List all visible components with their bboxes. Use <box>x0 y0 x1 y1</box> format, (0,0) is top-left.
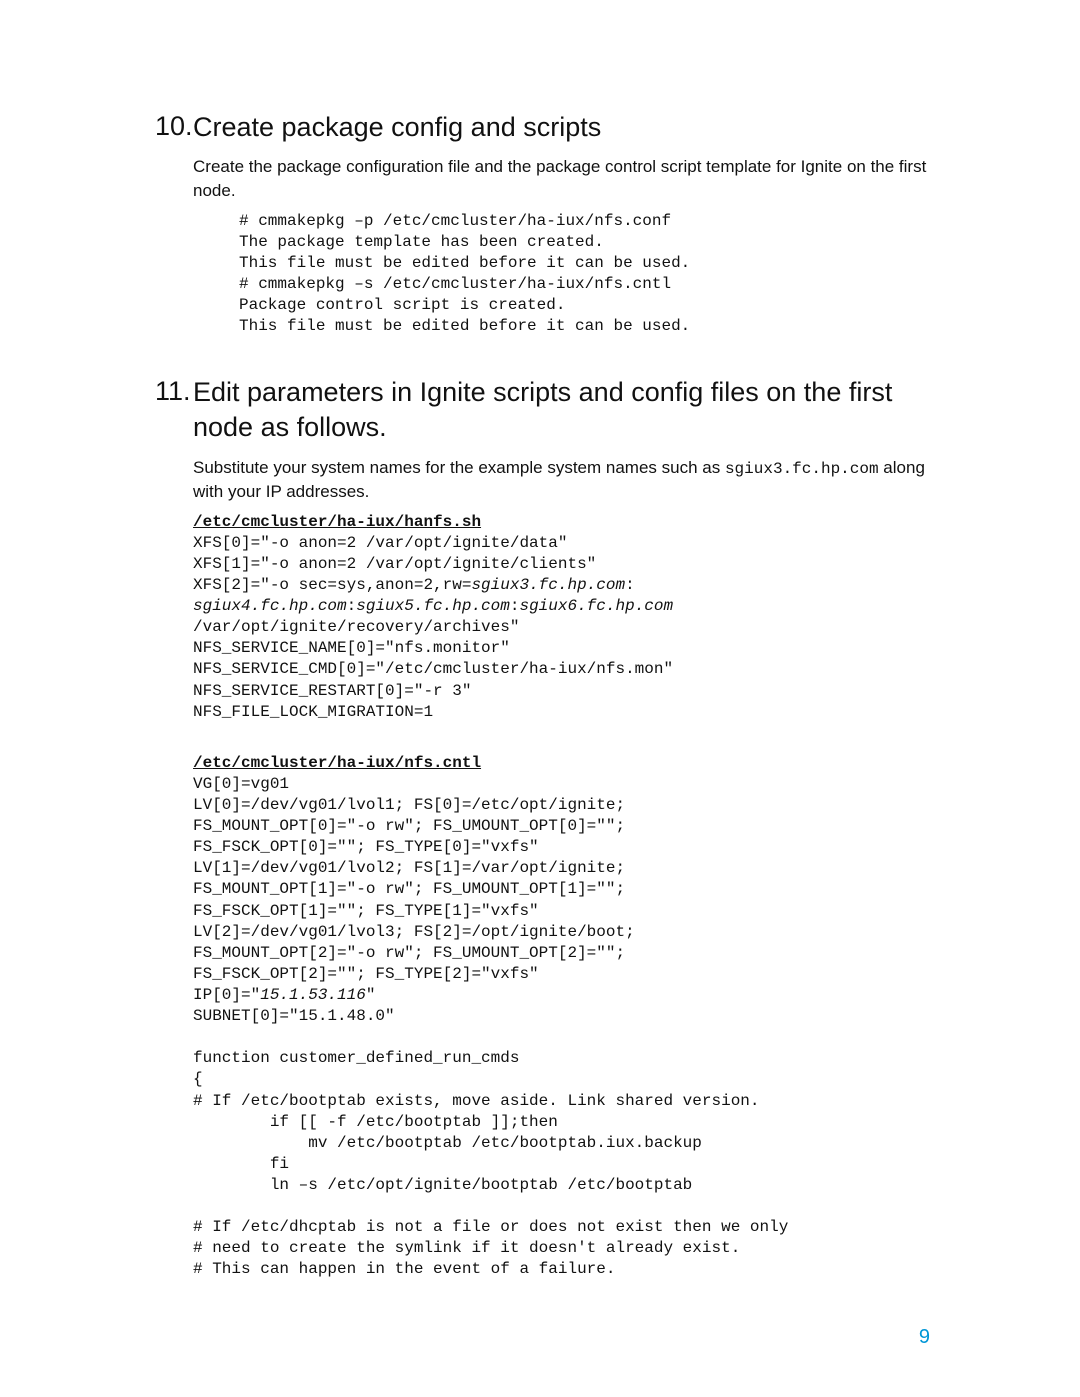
code-line: SUBNET[0]="15.1.48.0" <box>193 1007 395 1025</box>
code-line: ln –s /etc/opt/ignite/bootptab /etc/boot… <box>193 1176 692 1194</box>
code-line: NFS_SERVICE_NAME[0]="nfs.monitor" <box>193 639 510 657</box>
code-italic: sgiux5.fc.hp.com <box>356 597 510 615</box>
file-path-heading: /etc/cmcluster/ha-iux/nfs.cntl <box>193 754 481 772</box>
code-line: IP[0]=" <box>193 986 260 1004</box>
code-line: " <box>366 986 376 1004</box>
section-heading: Create package config and scripts <box>193 110 930 145</box>
code-italic: 15.1.53.116 <box>260 986 366 1004</box>
section-paragraph: Create the package configuration file an… <box>193 155 930 203</box>
code-line: FS_FSCK_OPT[1]=""; FS_TYPE[1]="vxfs" <box>193 902 539 920</box>
code-line: : <box>625 576 635 594</box>
code-line: mv /etc/bootptab /etc/bootptab.iux.backu… <box>193 1134 702 1152</box>
code-line: NFS_SERVICE_RESTART[0]="-r 3" <box>193 682 471 700</box>
file-path-heading: /etc/cmcluster/ha-iux/hanfs.sh <box>193 513 481 531</box>
code-line: XFS[0]="-o anon=2 /var/opt/ignite/data" <box>193 534 567 552</box>
section-number: 10. <box>155 110 193 357</box>
code-line: FS_FSCK_OPT[0]=""; FS_TYPE[0]="vxfs" <box>193 838 539 856</box>
page: 10. Create package config and scripts Cr… <box>0 0 1080 1397</box>
code-line: : <box>347 597 357 615</box>
code-line: fi <box>193 1155 289 1173</box>
section-11: 11. Edit parameters in Ignite scripts an… <box>155 375 930 1300</box>
code-line: # This can happen in the event of a fail… <box>193 1260 615 1278</box>
section-number: 11. <box>155 375 193 1300</box>
code-line: if [[ -f /etc/bootptab ]];then <box>193 1113 558 1131</box>
code-line: LV[2]=/dev/vg01/lvol3; FS[2]=/opt/ignite… <box>193 923 635 941</box>
code-line: LV[0]=/dev/vg01/lvol1; FS[0]=/etc/opt/ig… <box>193 796 625 814</box>
code-line: XFS[2]="-o sec=sys,anon=2,rw= <box>193 576 471 594</box>
code-line: VG[0]=vg01 <box>193 775 289 793</box>
code-line: # If /etc/dhcptab is not a file or does … <box>193 1218 788 1236</box>
code-block: # cmmakepkg –p /etc/cmcluster/ha-iux/nfs… <box>239 211 930 338</box>
code-line: XFS[1]="-o anon=2 /var/opt/ignite/client… <box>193 555 596 573</box>
code-line: NFS_FILE_LOCK_MIGRATION=1 <box>193 703 433 721</box>
config-file-2: /etc/cmcluster/ha-iux/nfs.cntl VG[0]=vg0… <box>193 753 930 1281</box>
code-line: FS_MOUNT_OPT[2]="-o rw"; FS_UMOUNT_OPT[2… <box>193 944 625 962</box>
config-file-1: /etc/cmcluster/ha-iux/hanfs.sh XFS[0]="-… <box>193 512 930 723</box>
code-italic: sgiux3.fc.hp.com <box>471 576 625 594</box>
code-italic: sgiux4.fc.hp.com <box>193 597 347 615</box>
code-line: # need to create the symlink if it doesn… <box>193 1239 740 1257</box>
page-number: 9 <box>919 1326 930 1349</box>
code-line: NFS_SERVICE_CMD[0]="/etc/cmcluster/ha-iu… <box>193 660 673 678</box>
section-content: Create package config and scripts Create… <box>193 110 930 357</box>
code-line: { <box>193 1070 203 1088</box>
code-line: FS_MOUNT_OPT[1]="-o rw"; FS_UMOUNT_OPT[1… <box>193 880 625 898</box>
section-heading: Edit parameters in Ignite scripts and co… <box>193 375 930 445</box>
code-italic: sgiux6.fc.hp.com <box>519 597 673 615</box>
section-10: 10. Create package config and scripts Cr… <box>155 110 930 357</box>
code-line: /var/opt/ignite/recovery/archives" <box>193 618 519 636</box>
code-line: LV[1]=/dev/vg01/lvol2; FS[1]=/var/opt/ig… <box>193 859 625 877</box>
code-line: FS_MOUNT_OPT[0]="-o rw"; FS_UMOUNT_OPT[0… <box>193 817 625 835</box>
para-text: Substitute your system names for the exa… <box>193 458 725 477</box>
section-content: Edit parameters in Ignite scripts and co… <box>193 375 930 1300</box>
inline-code: sgiux3.fc.hp.com <box>725 460 879 478</box>
section-paragraph: Substitute your system names for the exa… <box>193 456 930 504</box>
code-line: FS_FSCK_OPT[2]=""; FS_TYPE[2]="vxfs" <box>193 965 539 983</box>
code-line: # If /etc/bootptab exists, move aside. L… <box>193 1092 760 1110</box>
code-line: function customer_defined_run_cmds <box>193 1049 519 1067</box>
